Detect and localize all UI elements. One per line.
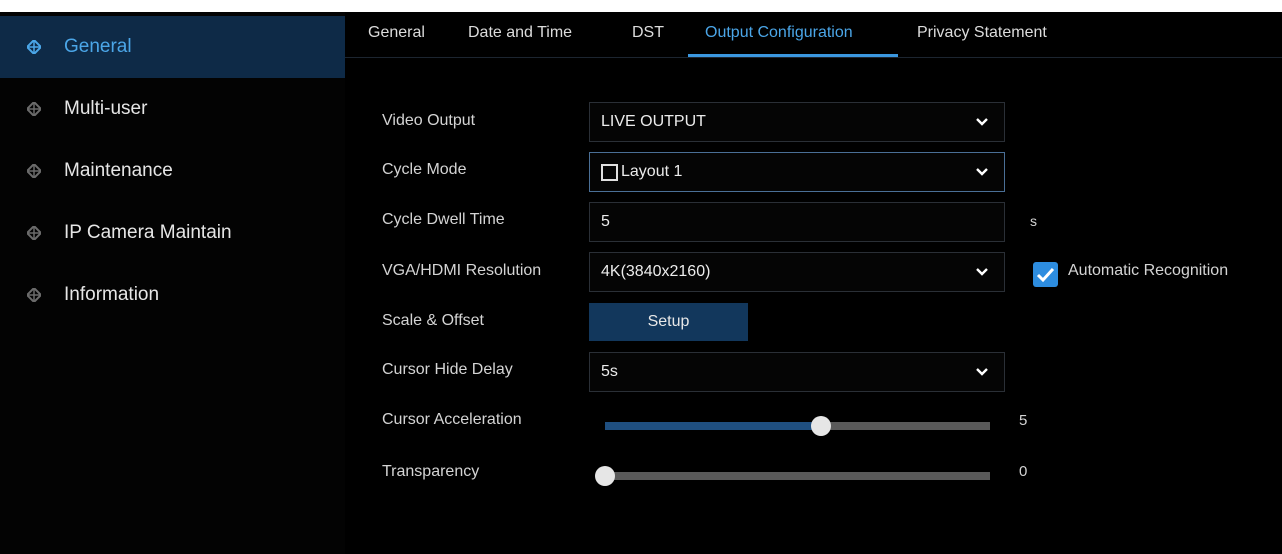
cycle-dwell-time-label: Cycle Dwell Time <box>382 211 505 228</box>
resolution-select[interactable]: 4K(3840x2160) <box>589 252 1005 292</box>
chevron-down-icon <box>976 118 988 126</box>
automatic-recognition-checkbox[interactable] <box>1033 262 1058 287</box>
setup-button[interactable]: Setup <box>589 303 748 341</box>
diamond-icon <box>27 226 41 240</box>
active-tab-indicator <box>688 54 898 57</box>
sidebar-item-multi-user[interactable]: Multi-user <box>0 78 345 140</box>
checkmark-icon <box>1036 267 1055 283</box>
tab-privacy-statement[interactable]: Privacy Statement <box>917 24 1047 42</box>
video-output-select[interactable]: LIVE OUTPUT <box>589 102 1005 142</box>
seconds-unit: s <box>1030 213 1037 229</box>
chevron-down-icon <box>976 368 988 376</box>
diamond-icon <box>27 40 41 54</box>
cursor-hide-delay-label: Cursor Hide Delay <box>382 361 513 378</box>
top-strip <box>0 0 1282 12</box>
layout-checkbox[interactable] <box>601 163 618 181</box>
sidebar: General Multi-user Maintenance IP Camera… <box>0 12 345 554</box>
tab-bar: General Date and Time DST Output Configu… <box>345 12 1282 58</box>
transparency-slider[interactable] <box>595 466 990 486</box>
cycle-mode-label: Cycle Mode <box>382 161 467 178</box>
video-output-label: Video Output <box>382 112 476 129</box>
cursor-acceleration-value: 5 <box>1019 412 1028 429</box>
scale-offset-label: Scale & Offset <box>382 312 484 329</box>
slider-thumb[interactable] <box>595 466 615 486</box>
automatic-recognition-label: Automatic Recognition <box>1068 262 1229 279</box>
diamond-icon <box>27 164 41 178</box>
slider-track <box>605 472 990 480</box>
tab-dst[interactable]: DST <box>632 24 664 42</box>
sidebar-item-general[interactable]: General <box>0 16 345 78</box>
cycle-dwell-time-value: 5 <box>601 213 610 230</box>
diamond-icon <box>27 102 41 116</box>
slider-fill <box>605 422 821 430</box>
chevron-down-icon <box>976 268 988 276</box>
main-panel: General Date and Time DST Output Configu… <box>345 12 1282 554</box>
diamond-icon <box>27 288 41 302</box>
transparency-value: 0 <box>1019 463 1028 480</box>
cycle-dwell-time-input[interactable]: 5 <box>589 202 1005 242</box>
sidebar-item-ip-camera-maintain[interactable]: IP Camera Maintain <box>0 202 345 264</box>
cursor-acceleration-label: Cursor Acceleration <box>382 411 522 428</box>
chevron-down-icon <box>976 168 988 176</box>
transparency-label: Transparency <box>382 463 480 480</box>
sidebar-item-label: IP Camera Maintain <box>64 222 232 243</box>
sidebar-item-label: Maintenance <box>64 160 173 181</box>
cycle-mode-value: Layout 1 <box>621 163 683 180</box>
cursor-hide-delay-value: 5s <box>601 363 618 380</box>
video-output-value: LIVE OUTPUT <box>601 113 706 130</box>
resolution-label: VGA/HDMI Resolution <box>382 262 542 279</box>
sidebar-item-maintenance[interactable]: Maintenance <box>0 140 345 202</box>
sidebar-item-label: Multi-user <box>64 98 148 119</box>
cycle-mode-select[interactable]: Layout 1 <box>589 152 1005 192</box>
resolution-value: 4K(3840x2160) <box>601 263 711 280</box>
tab-output-configuration[interactable]: Output Configuration <box>705 24 853 42</box>
cursor-acceleration-slider[interactable] <box>605 416 990 436</box>
sidebar-item-information[interactable]: Information <box>0 264 345 326</box>
sidebar-item-label: General <box>64 36 132 57</box>
sidebar-item-label: Information <box>64 284 160 305</box>
slider-thumb[interactable] <box>810 416 831 436</box>
tab-general[interactable]: General <box>368 24 425 42</box>
tab-date-and-time[interactable]: Date and Time <box>468 24 572 42</box>
cursor-hide-delay-select[interactable]: 5s <box>589 352 1005 392</box>
